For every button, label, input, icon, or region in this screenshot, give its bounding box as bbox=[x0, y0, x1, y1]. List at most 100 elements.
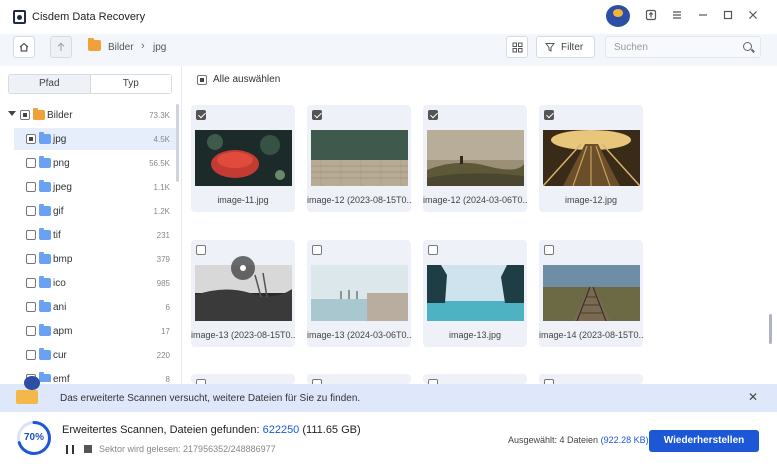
tab-path[interactable]: Pfad bbox=[9, 75, 90, 93]
tree-checkbox[interactable] bbox=[26, 206, 36, 216]
scan-prefix: Erweitertes Scannen, Dateien gefunden: bbox=[62, 424, 260, 436]
file-card[interactable] bbox=[539, 374, 643, 389]
tree-checkbox[interactable] bbox=[26, 182, 36, 192]
tree-item-tif[interactable]: tif 231 bbox=[0, 224, 176, 246]
tree-item-apm[interactable]: apm 17 bbox=[0, 320, 176, 342]
pause-icon[interactable] bbox=[66, 445, 74, 454]
tab-type[interactable]: Typ bbox=[89, 75, 171, 93]
tree-item-label: png bbox=[53, 158, 70, 169]
grid-view-button[interactable] bbox=[506, 36, 528, 58]
search-input[interactable] bbox=[606, 37, 736, 57]
file-card[interactable] bbox=[307, 374, 411, 389]
file-name: image-13.jpg bbox=[448, 330, 502, 340]
files-found-count: 622250 bbox=[262, 424, 300, 436]
folder-icon bbox=[39, 324, 51, 336]
sidebar-scrollbar[interactable] bbox=[176, 104, 179, 182]
minimize-icon[interactable] bbox=[695, 9, 711, 25]
select-all-checkbox[interactable] bbox=[197, 74, 207, 85]
file-card[interactable]: image-14 (2023-08-15T0... bbox=[539, 240, 643, 347]
filter-label: Filter bbox=[561, 41, 584, 53]
tree-item-ani[interactable]: ani 6 bbox=[0, 296, 176, 318]
tree-checkbox[interactable] bbox=[26, 230, 36, 240]
menu-icon[interactable] bbox=[669, 9, 685, 25]
file-card[interactable]: image-12 (2023-08-15T0... bbox=[307, 105, 411, 212]
file-checkbox[interactable] bbox=[196, 110, 206, 120]
tree-root-images[interactable]: Bilder 73.3K bbox=[0, 104, 176, 126]
file-card[interactable] bbox=[191, 374, 295, 389]
thumbnail-umbrella bbox=[195, 130, 292, 186]
selected-size: (922.28 KB) bbox=[600, 435, 649, 445]
close-notice-icon[interactable]: ✕ bbox=[748, 390, 758, 404]
notice-text: Das erweiterte Scannen versucht, weitere… bbox=[60, 393, 361, 404]
folder-icon bbox=[39, 348, 51, 360]
file-name: image-11.jpg bbox=[217, 195, 269, 205]
breadcrumb-root[interactable]: Bilder bbox=[108, 42, 134, 53]
tree-item-label: tif bbox=[53, 230, 61, 241]
close-icon[interactable] bbox=[745, 9, 761, 25]
select-all[interactable]: Alle auswählen bbox=[197, 74, 280, 85]
filter-button[interactable]: Filter bbox=[536, 36, 595, 58]
files-found-size: (111.65 GB) bbox=[302, 424, 361, 436]
app-title: Cisdem Data Recovery bbox=[32, 11, 146, 23]
tree-item-count: 1.2K bbox=[153, 207, 170, 216]
tree-item-count: 231 bbox=[156, 231, 170, 240]
file-name: image-14 (2023-08-15T0... bbox=[539, 330, 643, 340]
file-name: image-12 (2024-03-06T0... bbox=[423, 195, 527, 205]
folder-icon bbox=[39, 132, 51, 144]
tree-root-count: 73.3K bbox=[149, 111, 170, 120]
tree-checkbox[interactable] bbox=[26, 278, 36, 288]
grid-scrollbar[interactable] bbox=[769, 314, 772, 344]
tree-item-gif[interactable]: gif 1.2K bbox=[0, 200, 176, 222]
tree-item-bmp[interactable]: bmp 379 bbox=[0, 248, 176, 270]
file-card[interactable]: image-13 (2024-03-06T0... bbox=[307, 240, 411, 347]
tree-item-ico[interactable]: ico 985 bbox=[0, 272, 176, 294]
tree-checkbox[interactable] bbox=[26, 158, 36, 168]
tree-item-cur[interactable]: cur 220 bbox=[0, 344, 176, 366]
file-checkbox[interactable] bbox=[312, 245, 322, 255]
preview-icon[interactable] bbox=[231, 256, 255, 280]
file-card[interactable]: image-13.jpg bbox=[423, 240, 527, 347]
file-card[interactable]: image-13 (2023-08-15T0... bbox=[191, 240, 295, 347]
tree-checkbox[interactable] bbox=[26, 302, 36, 312]
update-icon[interactable] bbox=[643, 9, 659, 25]
file-checkbox[interactable] bbox=[428, 245, 438, 255]
tree-item-label: bmp bbox=[53, 254, 73, 265]
title-bar: Cisdem Data Recovery bbox=[0, 0, 777, 34]
maximize-icon[interactable] bbox=[720, 9, 736, 25]
tree-checkbox[interactable] bbox=[26, 326, 36, 336]
tree-item-jpg[interactable]: jpg 4.5K bbox=[14, 128, 176, 150]
file-checkbox[interactable] bbox=[196, 245, 206, 255]
root-checkbox[interactable] bbox=[20, 110, 30, 120]
tree-checkbox[interactable] bbox=[26, 254, 36, 264]
file-checkbox[interactable] bbox=[544, 245, 554, 255]
caret-down-icon[interactable] bbox=[8, 111, 16, 116]
thumbnail-cliffs bbox=[427, 265, 524, 321]
home-button[interactable] bbox=[13, 36, 35, 58]
recover-button[interactable]: Wiederherstellen bbox=[649, 430, 759, 452]
notice-bar: Das erweiterte Scannen versucht, weitere… bbox=[0, 376, 777, 412]
search-icon[interactable] bbox=[743, 42, 752, 51]
file-checkbox[interactable] bbox=[312, 110, 322, 120]
folder-icon bbox=[39, 300, 51, 312]
file-card[interactable]: image-12 (2024-03-06T0... bbox=[423, 105, 527, 212]
folder-icon bbox=[39, 252, 51, 264]
mascot-icon[interactable] bbox=[606, 5, 630, 27]
filter-icon bbox=[545, 43, 555, 52]
tree-item-jpeg[interactable]: jpeg 1.1K bbox=[0, 176, 176, 198]
tree-item-count: 379 bbox=[156, 255, 170, 264]
file-card[interactable]: image-11.jpg bbox=[191, 105, 295, 212]
thumbnail-wall bbox=[311, 130, 408, 186]
tree-root-label: Bilder bbox=[47, 110, 73, 121]
tree-checkbox[interactable] bbox=[26, 134, 36, 144]
file-card[interactable] bbox=[423, 374, 527, 389]
tree-item-png[interactable]: png 56.5K bbox=[0, 152, 176, 174]
folder-icon bbox=[39, 180, 51, 192]
tree-item-label: ico bbox=[53, 278, 66, 289]
file-checkbox[interactable] bbox=[544, 110, 554, 120]
file-card[interactable]: image-12.jpg bbox=[539, 105, 643, 212]
tree-checkbox[interactable] bbox=[26, 350, 36, 360]
stop-icon[interactable] bbox=[84, 445, 92, 453]
file-checkbox[interactable] bbox=[428, 110, 438, 120]
breadcrumb-current[interactable]: jpg bbox=[153, 42, 166, 53]
up-button[interactable] bbox=[50, 36, 72, 58]
